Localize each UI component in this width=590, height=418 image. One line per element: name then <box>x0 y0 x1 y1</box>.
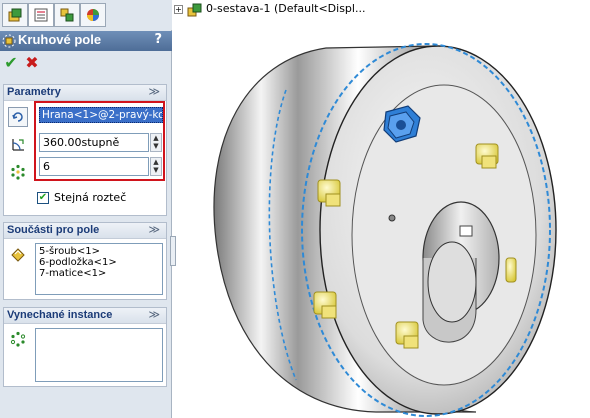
bolt-instance[interactable] <box>317 179 341 207</box>
tab-appearance[interactable] <box>80 3 106 27</box>
featuremanager-icon <box>8 8 22 22</box>
ok-button[interactable]: ✔ <box>2 54 20 72</box>
instances-spinner[interactable]: ▲ ▼ <box>150 157 162 176</box>
center-hole <box>388 214 396 222</box>
parts-header-label: Součásti pro pole <box>7 224 100 236</box>
angle-icon <box>9 135 27 153</box>
appearance-icon <box>87 9 99 21</box>
expand-icon[interactable]: + <box>174 5 183 14</box>
parts-list[interactable]: 5-šroub<1> 6-podložka<1> 7-matice<1> <box>35 243 163 295</box>
list-item[interactable]: 7-matice<1> <box>39 268 159 279</box>
list-item[interactable]: 5-šroub<1> <box>39 246 159 257</box>
skipped-header[interactable]: Vynechané instance ≫ <box>4 308 166 324</box>
graphics-viewport[interactable] <box>176 20 590 418</box>
propertymanager-icon <box>34 8 48 22</box>
wheel-model[interactable] <box>213 43 557 417</box>
angle-input[interactable]: 360.00stupně <box>39 133 149 152</box>
assembly-name: 0-sestava-1 (Default<Displ... <box>206 2 366 15</box>
collapse-icon[interactable]: ≫ <box>148 223 160 236</box>
bolt-instance[interactable] <box>475 143 499 169</box>
parts-header[interactable]: Součásti pro pole ≫ <box>4 223 166 239</box>
instances-icon <box>9 163 27 181</box>
circular-pattern-icon <box>2 34 16 48</box>
bolt-instance[interactable] <box>505 257 517 283</box>
parameters-header[interactable]: Parametry ≫ <box>4 85 166 101</box>
component-icon <box>9 245 27 263</box>
keyway <box>459 225 473 237</box>
angle-spinner[interactable]: ▲ ▼ <box>150 133 162 152</box>
assembly-icon <box>187 3 202 17</box>
tab-propertymanager[interactable] <box>28 3 54 27</box>
bolt-instance[interactable] <box>395 321 419 349</box>
skipped-header-label: Vynechané instance <box>7 309 113 321</box>
feature-tree-root[interactable]: + 0-sestava-1 (Default<Displ... <box>174 0 474 20</box>
cancel-button[interactable]: ✖ <box>23 54 41 72</box>
skipped-list[interactable] <box>35 328 163 382</box>
help-button[interactable]: ? <box>154 32 162 47</box>
equal-spacing-label: Stejná rozteč <box>54 191 127 204</box>
tab-featuremanager[interactable] <box>2 3 28 27</box>
instances-input[interactable]: 6 <box>39 157 149 176</box>
collapse-icon[interactable]: ≫ <box>148 308 160 321</box>
property-manager-panel: Kruhové pole ? ✔ ✖ Parametry ≫ Hrana<1>@… <box>0 0 172 418</box>
feature-title: Kruhové pole <box>18 32 102 47</box>
bolt-instance[interactable] <box>313 291 337 319</box>
list-item[interactable]: 6-podložka<1> <box>39 257 159 268</box>
skipped-instances-group: Vynechané instance ≫ <box>3 307 167 387</box>
equal-spacing-checkbox[interactable]: ✔ <box>37 192 49 204</box>
reverse-direction-button[interactable] <box>8 107 28 127</box>
feature-title-bar: Kruhové pole ? <box>0 31 172 51</box>
skip-instances-icon <box>9 330 27 348</box>
collapse-icon[interactable]: ≫ <box>148 85 160 98</box>
axis-edge-field[interactable]: Hrana<1>@2-pravý-kotou <box>39 107 163 123</box>
manager-tabs <box>0 0 172 30</box>
tab-configurationmanager[interactable] <box>54 3 80 27</box>
reverse-direction-icon <box>12 112 23 122</box>
parameters-group: Parametry ≫ Hrana<1>@2-pravý-ko 360.00st… <box>3 84 167 216</box>
configurationmanager-icon <box>60 8 74 22</box>
bore <box>427 241 477 323</box>
highlight-frame: Hrana<1>@2-pravý-kotou 360.00stupně ▲▼ 6… <box>34 101 165 181</box>
parts-to-pattern-group: Součásti pro pole ≫ 5-šroub<1> 6-podložk… <box>3 222 167 300</box>
parameters-header-label: Parametry <box>7 86 61 98</box>
